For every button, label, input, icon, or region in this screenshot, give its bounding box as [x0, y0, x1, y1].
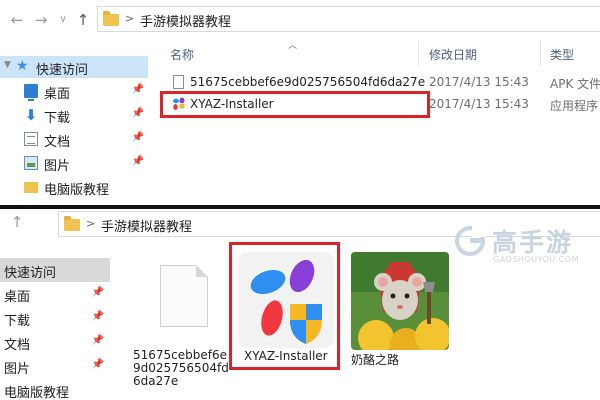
file-type: APK 文件 [550, 77, 600, 91]
column-header-date[interactable]: 修改日期 [429, 46, 477, 63]
sidebar-item-desktop[interactable]: 桌面 📌 [0, 80, 148, 102]
gaoshouyou-logo-icon [455, 225, 486, 256]
highlight-box [229, 242, 340, 370]
pictures-icon [24, 156, 38, 170]
desktop-icon [24, 84, 38, 101]
file-list: ︿ 名称 修改日期 类型 51675cebbef6e9d025756504fd6… [148, 38, 600, 207]
watermark-subtext: GAOSHOUYOU.COM [493, 255, 580, 264]
tile-name: 奶酪之路 [351, 353, 400, 367]
navigation-pane: 快速访问 桌面 📌 下载 📌 文档 📌 图片 📌 电脑版教程 [0, 255, 110, 400]
recent-dropdown-icon[interactable]: ∨ [52, 9, 74, 31]
sidebar-item-pictures[interactable]: 图片 📌 [0, 152, 148, 174]
sidebar-item-desktop[interactable]: 桌面 📌 [0, 282, 110, 306]
bottom-explorer-window: ↑ > 手游模拟器教程 快速访问 桌面 📌 下载 📌 文档 📌 图片 📌 电脑版… [0, 209, 600, 400]
pin-icon[interactable]: 📌 [132, 84, 144, 95]
sidebar-item-label: 图片 [4, 362, 31, 377]
pin-icon[interactable]: 📌 [92, 359, 104, 370]
address-row: ← → ∨ ↑ > 手游模拟器教程 [0, 0, 600, 38]
sidebar-item-label: 电脑版教程 [4, 386, 70, 400]
chevron-down-icon[interactable]: ▼ [4, 60, 11, 70]
tile-name: 51675cebbef6e9d025756504fd6da27e [133, 348, 229, 388]
up-arrow-icon[interactable]: ↑ [6, 211, 28, 233]
folder-icon [103, 11, 119, 26]
breadcrumb-separator: > [125, 12, 135, 25]
folder-icon [24, 182, 38, 193]
pin-icon[interactable]: 📌 [132, 108, 144, 119]
navigation-pane: ▼ ★ 快速访问 桌面 📌 ⬇ 下载 📌 文档 📌 图片 📌 电脑版教程 [0, 38, 148, 207]
sidebar-item-quick-access[interactable]: 快速访问 [0, 258, 110, 282]
file-name: 51675cebbef6e9d025756504fd6da27e [190, 75, 426, 89]
sidebar-item-pc-tutorial[interactable]: 电脑版教程 [0, 378, 110, 400]
sidebar-item-downloads[interactable]: ⬇ 下载 📌 [0, 104, 148, 127]
column-header-name[interactable]: 名称 [170, 46, 194, 63]
top-explorer-window: ← → ∨ ↑ > 手游模拟器教程 ▼ ★ 快速访问 桌面 📌 ⬇ 下载 📌 文… [0, 0, 600, 207]
sidebar-item-pc-tutorial[interactable]: 电脑版教程 [0, 176, 148, 198]
gaoshouyou-watermark: 高手游 GAOSHOUYOU.COM [452, 221, 600, 271]
sidebar-item-label: 桌面 [4, 290, 31, 305]
sort-ascending-icon: ︿ [288, 41, 298, 51]
sidebar-item-label: 快速访问 [36, 63, 89, 78]
cheese-road-game-icon[interactable] [351, 252, 449, 350]
sidebar-item-downloads[interactable]: 下载 📌 [0, 306, 110, 330]
pin-icon[interactable]: 📌 [92, 311, 104, 322]
watermark-text: 高手游 [492, 228, 574, 257]
breadcrumb-folder[interactable]: 手游模拟器教程 [140, 11, 231, 30]
file-date: 2017/4/13 15:43 [429, 97, 529, 111]
blank-file-icon [160, 265, 208, 327]
sidebar-item-quick-access[interactable]: ▼ ★ 快速访问 [0, 56, 148, 78]
sidebar-item-label: 文档 [44, 135, 71, 150]
folder-icon [64, 216, 80, 231]
address-bar[interactable]: > 手游模拟器教程 [97, 6, 600, 32]
highlight-box [160, 91, 430, 118]
breadcrumb-folder[interactable]: 手游模拟器教程 [101, 216, 192, 235]
up-arrow-icon[interactable]: ↑ [72, 9, 94, 31]
star-icon: ★ [16, 58, 29, 74]
forward-arrow-icon[interactable]: → [30, 9, 52, 31]
sidebar-item-documents[interactable]: 文档 📌 [0, 330, 110, 354]
sidebar-item-label: 文档 [4, 338, 31, 353]
column-divider[interactable] [418, 40, 419, 66]
sidebar-item-label: 下载 [44, 111, 71, 126]
column-divider[interactable] [540, 40, 541, 66]
download-icon: ⬇ [24, 106, 38, 124]
documents-icon [24, 132, 38, 146]
pin-icon[interactable]: 📌 [92, 287, 104, 298]
sidebar-item-label: 快速访问 [4, 266, 57, 281]
back-arrow-icon[interactable]: ← [6, 9, 28, 31]
sidebar-item-label: 图片 [44, 159, 71, 174]
pin-icon[interactable]: 📌 [132, 132, 144, 143]
sidebar-item-label: 下载 [4, 314, 31, 329]
pin-icon[interactable]: 📌 [92, 335, 104, 346]
sidebar-item-pictures[interactable]: 图片 📌 [0, 354, 110, 378]
blank-file-icon [173, 75, 184, 89]
pin-icon[interactable]: 📌 [132, 156, 144, 167]
file-date: 2017/4/13 15:43 [429, 75, 529, 89]
file-type: 应用程序 [550, 99, 599, 113]
column-header-type[interactable]: 类型 [550, 46, 574, 63]
sidebar-item-label: 电脑版教程 [44, 183, 110, 198]
file-row[interactable]: 51675cebbef6e9d025756504fd6da27e 2017/4/… [148, 72, 600, 92]
breadcrumb-separator: > [86, 217, 96, 230]
sidebar-item-documents[interactable]: 文档 📌 [0, 128, 148, 150]
sidebar-item-label: 桌面 [44, 87, 71, 102]
